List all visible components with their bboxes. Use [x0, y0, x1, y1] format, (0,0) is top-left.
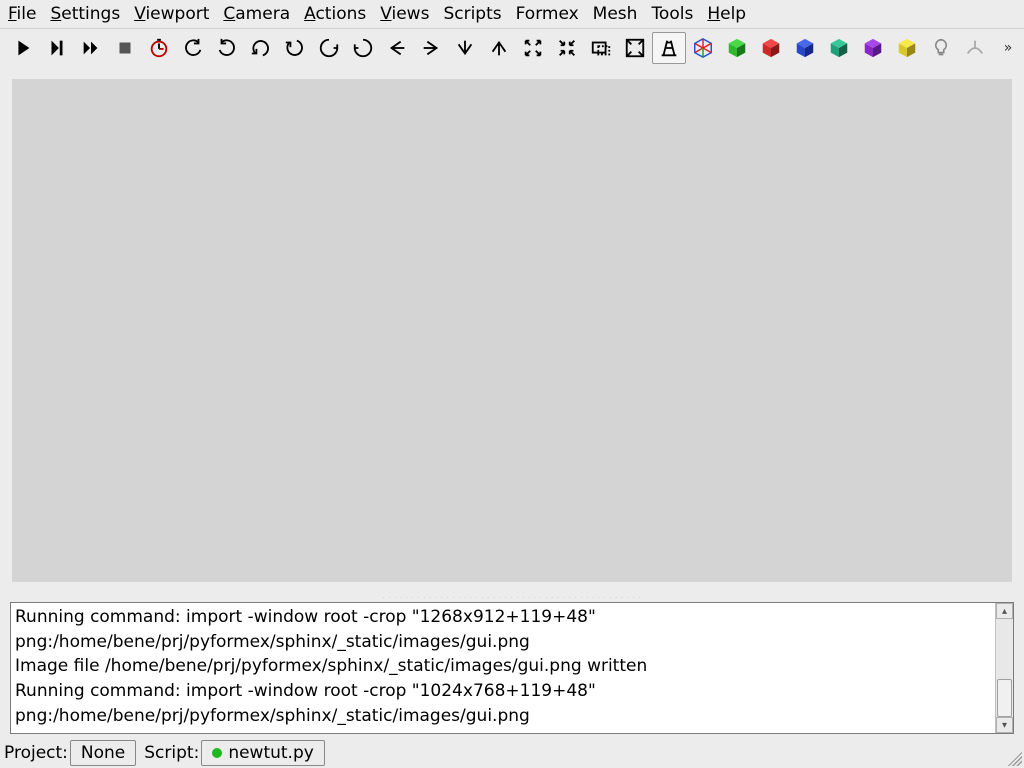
rotate-down-icon[interactable]	[278, 32, 312, 64]
script-value-text: newtut.py	[228, 743, 314, 763]
menu-mesh[interactable]: Mesh	[593, 4, 638, 24]
lightbulb-icon[interactable]	[924, 32, 958, 64]
script-field: Script: newtut.py	[142, 740, 325, 766]
cube-red-icon[interactable]	[754, 32, 788, 64]
viewport-3d[interactable]	[12, 79, 1012, 582]
scrollbar-track[interactable]	[996, 619, 1013, 717]
arrow-down-icon[interactable]	[448, 32, 482, 64]
zoom-all-icon[interactable]	[618, 32, 652, 64]
project-value-text: None	[81, 743, 125, 763]
play-icon[interactable]	[6, 32, 40, 64]
console-area: Running command: import -window root -cr…	[0, 602, 1024, 738]
menu-help[interactable]: Help	[707, 4, 746, 24]
console-scrollbar[interactable]: ▴ ▾	[995, 603, 1013, 733]
menu-viewport[interactable]: Viewport	[134, 4, 209, 24]
splitter-handle[interactable]: · · · · · · · · · · · · · · · · · · · · …	[0, 594, 1024, 602]
cube-teal-icon[interactable]	[822, 32, 856, 64]
project-value-button[interactable]: None	[70, 740, 136, 766]
menu-scripts[interactable]: Scripts	[443, 4, 501, 24]
menubar: File Settings Viewport Camera Actions Views Sc…	[0, 0, 1024, 28]
script-value-button[interactable]: newtut.py	[201, 740, 325, 766]
menu-actions[interactable]: Actions	[304, 4, 366, 24]
zoom-out-icon[interactable]	[516, 32, 550, 64]
rotate-up-icon[interactable]	[244, 32, 278, 64]
arrow-up-icon[interactable]	[482, 32, 516, 64]
status-dot-icon	[212, 748, 222, 758]
toolbar: »	[0, 28, 1024, 67]
twist-left-icon[interactable]	[312, 32, 346, 64]
arrow-left-icon[interactable]	[380, 32, 414, 64]
toolbar-overflow-icon[interactable]: »	[998, 40, 1018, 56]
arrow-right-icon[interactable]	[414, 32, 448, 64]
stop-icon[interactable]	[108, 32, 142, 64]
cube-green-icon[interactable]	[720, 32, 754, 64]
zoom-in-icon[interactable]	[550, 32, 584, 64]
timer-icon[interactable]	[142, 32, 176, 64]
console-text[interactable]: Running command: import -window root -cr…	[11, 603, 995, 733]
menu-file[interactable]: File	[8, 4, 36, 24]
project-label: Project:	[2, 741, 70, 765]
menu-camera[interactable]: Camera	[223, 4, 290, 24]
menu-views[interactable]: Views	[380, 4, 429, 24]
normals-icon[interactable]	[958, 32, 992, 64]
statusbar: Project: None Script: newtut.py	[0, 738, 1024, 768]
cube-purple-icon[interactable]	[856, 32, 890, 64]
resize-grip-icon[interactable]	[1004, 748, 1022, 766]
console-panel: Running command: import -window root -cr…	[10, 602, 1014, 734]
twist-right-icon[interactable]	[346, 32, 380, 64]
scrollbar-thumb[interactable]	[997, 679, 1012, 717]
perspective-icon[interactable]	[652, 32, 686, 64]
cube-yellow-icon[interactable]	[890, 32, 924, 64]
fastforward-icon[interactable]	[74, 32, 108, 64]
project-field: Project: None	[2, 740, 136, 766]
menu-tools[interactable]: Tools	[651, 4, 693, 24]
scrollbar-up-icon[interactable]: ▴	[996, 603, 1013, 619]
cube-wire-icon[interactable]	[686, 32, 720, 64]
cube-blue-icon[interactable]	[788, 32, 822, 64]
scrollbar-down-icon[interactable]: ▾	[996, 717, 1013, 733]
canvas-area	[0, 67, 1024, 594]
menu-formex[interactable]: Formex	[516, 4, 579, 24]
menu-settings[interactable]: Settings	[50, 4, 120, 24]
zoom-rect-icon[interactable]	[584, 32, 618, 64]
script-label: Script:	[142, 741, 201, 765]
rotate-left-icon[interactable]	[176, 32, 210, 64]
rotate-right-icon[interactable]	[210, 32, 244, 64]
step-icon[interactable]	[40, 32, 74, 64]
